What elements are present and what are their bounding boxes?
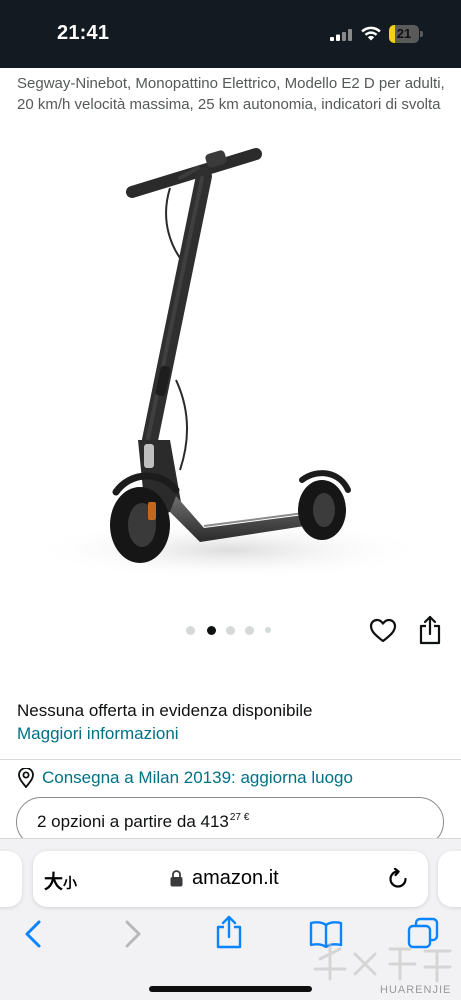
share-icon[interactable] [418, 615, 442, 645]
battery-icon: 21 [389, 25, 423, 43]
next-tab-peek[interactable] [438, 851, 461, 907]
watermark-text: HUARENJIE [380, 984, 452, 996]
signal-icon [330, 29, 352, 41]
location-pin-icon [18, 768, 34, 788]
wifi-icon [361, 26, 381, 41]
battery-level: 21 [396, 26, 412, 41]
back-icon[interactable] [22, 919, 44, 949]
delivery-location-link[interactable]: Consegna a Milan 20139: aggiorna luogo [42, 768, 353, 788]
page-settings-button[interactable]: 大小 [44, 867, 77, 894]
previous-tab-peek[interactable] [0, 851, 22, 907]
address-bar[interactable]: 大小 amazon.it [33, 851, 428, 907]
no-offer-text: Nessuna offerta in evidenza disponibile [17, 701, 313, 720]
heart-icon[interactable] [369, 618, 397, 644]
url-text[interactable]: amazon.it [192, 867, 279, 890]
more-info-link[interactable]: Maggiori informazioni [17, 724, 179, 744]
product-image[interactable] [20, 140, 420, 600]
carousel-dot[interactable] [265, 627, 271, 633]
divider [0, 759, 461, 760]
product-title[interactable]: Segway-Ninebot, Monopattino Elettrico, M… [17, 73, 447, 115]
status-bar: 21:41 21 [0, 0, 461, 68]
reload-icon[interactable] [387, 868, 409, 890]
status-time: 21:41 [57, 22, 110, 44]
carousel-dot[interactable] [186, 626, 195, 635]
carousel-dot[interactable] [245, 626, 254, 635]
home-indicator[interactable] [149, 986, 312, 992]
carousel-dot-active[interactable] [207, 626, 216, 635]
share-icon[interactable] [215, 915, 243, 949]
browser-toolbar: 大小 amazon.it HUARENJIE [0, 838, 461, 1000]
price-cents: 27 € [229, 812, 250, 823]
forward-icon[interactable] [122, 919, 144, 949]
lock-icon [170, 870, 183, 887]
image-carousel-dots[interactable] [186, 624, 276, 636]
carousel-dot[interactable] [226, 626, 235, 635]
buying-options-label: 2 opzioni a partire da 41327 € [37, 812, 250, 831]
